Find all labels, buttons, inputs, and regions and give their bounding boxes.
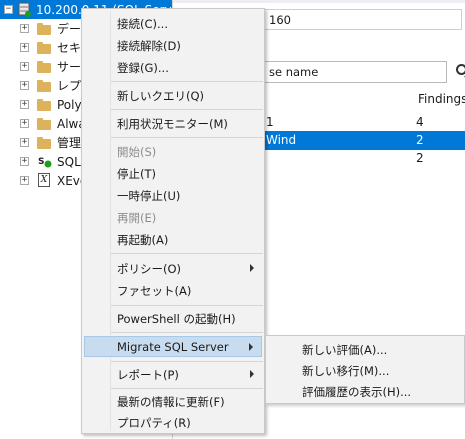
menu-item-label: 接続解除(D) xyxy=(117,39,181,53)
menu-item-connect[interactable]: 接続(C)... xyxy=(84,13,262,33)
menu-item-register[interactable]: 登録(G)... xyxy=(84,57,262,77)
menu-item-powershell[interactable]: PowerShell の起動(H) xyxy=(84,308,262,328)
submenu-arrow-icon xyxy=(250,264,254,272)
sql-agent-icon: S xyxy=(38,157,52,168)
menu-item-start[interactable]: 開始(S) xyxy=(84,141,262,161)
menu-item-label: ポリシー(O) xyxy=(117,262,182,276)
menu-item-migrate-sql-server[interactable]: Migrate SQL Server xyxy=(84,336,262,357)
menu-item-label: プロパティ(R) xyxy=(117,416,191,430)
expand-icon[interactable]: + xyxy=(20,81,29,90)
expand-icon[interactable]: + xyxy=(20,100,29,109)
submenu-arrow-icon xyxy=(249,343,253,351)
menu-item-pause[interactable]: 一時停止(U) xyxy=(84,185,262,205)
menu-item-new-query[interactable]: 新しいクエリ(Q) xyxy=(84,85,262,105)
menu-item-resume[interactable]: 再開(E) xyxy=(84,207,262,227)
menu-item-label: 登録(G)... xyxy=(117,61,169,75)
menu-item-label: 停止(T) xyxy=(117,167,156,181)
menu-item-label: PowerShell の起動(H) xyxy=(117,312,236,326)
menu-item-label: レポート(P) xyxy=(117,368,179,382)
result-findings: 2 xyxy=(416,151,424,165)
menu-separator xyxy=(111,137,263,138)
folder-icon xyxy=(37,137,51,149)
submenu-item-label: 新しい評価(A)... xyxy=(302,343,388,357)
xevent-icon: X xyxy=(38,173,50,187)
submenu-item-new-migration[interactable]: 新しい移行(M)... xyxy=(268,360,462,380)
expand-icon[interactable]: + xyxy=(20,24,29,33)
folder-icon xyxy=(37,99,51,111)
menu-item-refresh[interactable]: 最新の情報に更新(F) xyxy=(84,391,262,411)
menu-separator xyxy=(111,305,263,306)
menu-item-label: 再開(E) xyxy=(117,211,157,225)
menu-item-label: 新しいクエリ(Q) xyxy=(117,89,205,103)
expand-icon[interactable]: + xyxy=(20,119,29,128)
menu-item-label: 接続(C)... xyxy=(117,17,168,31)
findings-column-header[interactable]: Findings xyxy=(418,92,465,106)
menu-item-restart[interactable]: 再起動(A) xyxy=(84,229,262,249)
menu-separator xyxy=(111,332,263,333)
menu-item-disconnect[interactable]: 接続解除(D) xyxy=(84,35,262,55)
migrate-submenu: 新しい評価(A)... 新しい移行(M)... 評価履歴の表示(H)... xyxy=(265,335,465,404)
result-name: 1 xyxy=(266,115,274,129)
result-name: Wind xyxy=(266,133,297,147)
submenu-item-assessment-history[interactable]: 評価履歴の表示(H)... xyxy=(268,381,462,401)
search-icon[interactable] xyxy=(456,64,465,75)
menu-item-label: ファセット(A) xyxy=(117,284,192,298)
expand-icon[interactable]: + xyxy=(20,62,29,71)
result-findings: 4 xyxy=(416,115,424,129)
tree-item-label: Poly xyxy=(57,97,82,112)
expand-icon[interactable]: + xyxy=(20,138,29,147)
pane-header-strip xyxy=(173,0,465,3)
expand-icon[interactable]: + xyxy=(20,157,29,166)
submenu-item-label: 新しい移行(M)... xyxy=(302,364,390,378)
tree-item-label: 管理 xyxy=(57,136,82,150)
expand-icon[interactable]: + xyxy=(20,43,29,52)
menu-separator xyxy=(111,388,263,389)
expand-icon[interactable]: + xyxy=(20,176,29,185)
menu-item-label: 一時停止(U) xyxy=(117,189,181,203)
folder-icon xyxy=(37,80,51,92)
submenu-arrow-icon xyxy=(250,370,254,378)
menu-item-label: 再起動(A) xyxy=(117,233,169,247)
menu-separator xyxy=(111,361,263,362)
menu-item-label: Migrate SQL Server xyxy=(117,340,229,354)
menu-item-activity-monitor[interactable]: 利用状況モニター(M) xyxy=(84,113,262,133)
folder-icon xyxy=(37,118,51,130)
collapse-icon[interactable]: − xyxy=(4,5,13,14)
tree-item-label: SQL xyxy=(57,154,81,169)
result-findings: 2 xyxy=(416,133,424,147)
menu-item-label: 最新の情報に更新(F) xyxy=(117,395,225,409)
menu-item-label: 開始(S) xyxy=(117,145,157,159)
server-context-menu: 接続(C)... 接続解除(D) 登録(G)... 新しいクエリ(Q) 利用状況… xyxy=(81,8,265,434)
menu-item-policies[interactable]: ポリシー(O) xyxy=(84,258,262,278)
menu-item-label: 利用状況モニター(M) xyxy=(117,117,228,131)
menu-item-facets[interactable]: ファセット(A) xyxy=(84,280,262,300)
menu-separator xyxy=(111,81,263,82)
server-icon xyxy=(18,2,31,17)
menu-item-stop[interactable]: 停止(T) xyxy=(84,163,262,183)
menu-separator xyxy=(111,109,263,110)
folder-icon xyxy=(37,42,51,54)
menu-separator xyxy=(111,253,263,254)
menu-item-reports[interactable]: レポート(P) xyxy=(84,364,262,384)
folder-icon xyxy=(37,23,51,35)
submenu-item-label: 評価履歴の表示(H)... xyxy=(302,385,412,399)
server-dropdown-value: 160 xyxy=(269,13,291,27)
menu-item-properties[interactable]: プロパティ(R) xyxy=(84,412,262,432)
svg-text:S: S xyxy=(38,157,44,167)
folder-icon xyxy=(37,61,51,73)
submenu-item-new-assessment[interactable]: 新しい評価(A)... xyxy=(268,339,462,359)
